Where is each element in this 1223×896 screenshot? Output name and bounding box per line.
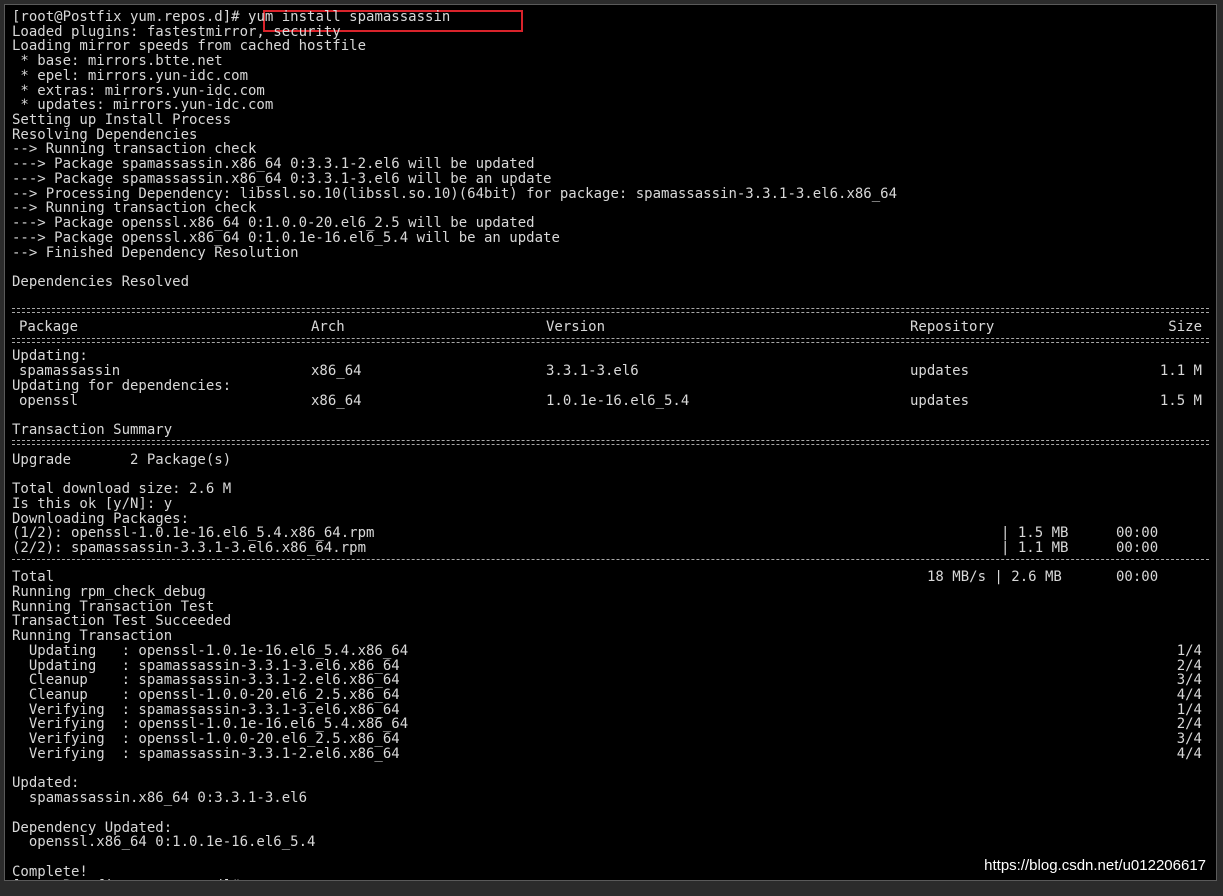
output-line: Dependencies Resolved <box>12 273 190 290</box>
watermark-url: https://blog.csdn.net/u012206617 <box>984 857 1206 874</box>
row-size: 1.1 M <box>1159 363 1202 379</box>
updating-section-label: Updating: <box>12 348 88 364</box>
download-total-separator <box>12 559 1209 560</box>
download-file-time: 00:00 <box>1116 540 1159 556</box>
upgrade-count-line: Upgrade 2 Package(s) <box>12 452 232 468</box>
output-line: Running rpm_check_debug <box>12 584 206 600</box>
updating-deps-section-label: Updating for dependencies: <box>12 378 232 394</box>
step-count: 1/4 <box>1176 642 1202 659</box>
output-line: ---> Package spamassassin.x86_64 0:3.3.1… <box>12 170 552 187</box>
total-time: 00:00 <box>1116 569 1159 585</box>
typed-command: yum install spamassassin <box>248 9 451 25</box>
step-action: Cleanup : openssl-1.0.0-20.el6_2.5.x86_6… <box>12 687 400 704</box>
download-size-line: Total download size: 2.6 M <box>12 481 232 497</box>
step-action: Verifying : openssl-1.0.0-20.el6_2.5.x86… <box>12 731 400 748</box>
column-header-version: Version <box>546 319 606 335</box>
download-file-name: (1/2): openssl-1.0.1e-16.el6_5.4.x86_64.… <box>12 525 375 541</box>
row-package: openssl <box>19 393 79 409</box>
column-header-size: Size <box>1168 319 1202 335</box>
output-line: * epel: mirrors.yun-idc.com <box>12 67 249 84</box>
row-arch: x86_64 <box>311 393 362 409</box>
row-version: 1.0.1e-16.el6_5.4 <box>546 393 690 409</box>
total-label: Total <box>12 569 55 585</box>
step-count: 3/4 <box>1176 731 1202 748</box>
output-line: openssl.x86_64 0:1.0.1e-16.el6_5.4 <box>12 834 316 851</box>
row-package: spamassassin <box>19 363 121 379</box>
table-separator-top <box>12 308 1209 313</box>
output-line: --> Finished Dependency Resolution <box>12 244 299 261</box>
row-size: 1.5 M <box>1159 393 1202 409</box>
row-version: 3.3.1-3.el6 <box>546 363 639 379</box>
output-line: Setting up Install Process <box>12 112 232 129</box>
confirm-prompt-line: Is this ok [y/N]: y <box>12 496 173 512</box>
output-line: * base: mirrors.btte.net <box>12 53 223 70</box>
total-rate: 18 MB/s | 2.6 MB <box>927 569 1062 585</box>
table-separator-header <box>12 338 1209 343</box>
column-header-arch: Arch <box>311 319 345 335</box>
step-action: Updating : openssl-1.0.1e-16.el6_5.4.x86… <box>12 642 409 659</box>
step-count: 4/4 <box>1176 687 1202 704</box>
download-file-name: (2/2): spamassassin-3.3.1-3.el6.x86_64.r… <box>12 540 367 556</box>
output-line: ---> Package openssl.x86_64 0:1.0.1e-16.… <box>12 229 560 246</box>
step-action: Verifying : spamassassin-3.3.1-2.el6.x86… <box>12 745 400 762</box>
column-header-package: Package <box>19 319 79 335</box>
summary-separator <box>12 440 1209 445</box>
terminal-window[interactable]: [root@Postfix yum.repos.d]# yum install … <box>4 4 1217 881</box>
column-header-repository: Repository <box>910 319 995 335</box>
download-file-time: 00:00 <box>1116 525 1159 541</box>
row-arch: x86_64 <box>311 363 362 379</box>
row-repository: updates <box>910 363 970 379</box>
step-count: 4/4 <box>1176 745 1202 762</box>
output-line: Running Transaction <box>12 628 173 645</box>
output-line: ---> Package openssl.x86_64 0:1.0.0-20.e… <box>12 215 535 232</box>
shell-prompt: [root@Postfix yum.repos.d]# <box>12 9 249 25</box>
download-file-size: | 1.5 MB <box>1001 525 1069 541</box>
download-file-size: | 1.1 MB <box>1001 540 1069 556</box>
output-line: ---> Package spamassassin.x86_64 0:3.3.1… <box>12 156 535 173</box>
row-repository: updates <box>910 393 970 409</box>
output-line: spamassassin.x86_64 0:3.3.1-3.el6 <box>12 790 308 807</box>
output-line: [root@Postfix yum.repos.d]# <box>12 879 240 880</box>
transaction-summary-title: Transaction Summary <box>12 422 173 438</box>
command-line: [root@Postfix yum.repos.d]# yum install … <box>12 10 450 25</box>
